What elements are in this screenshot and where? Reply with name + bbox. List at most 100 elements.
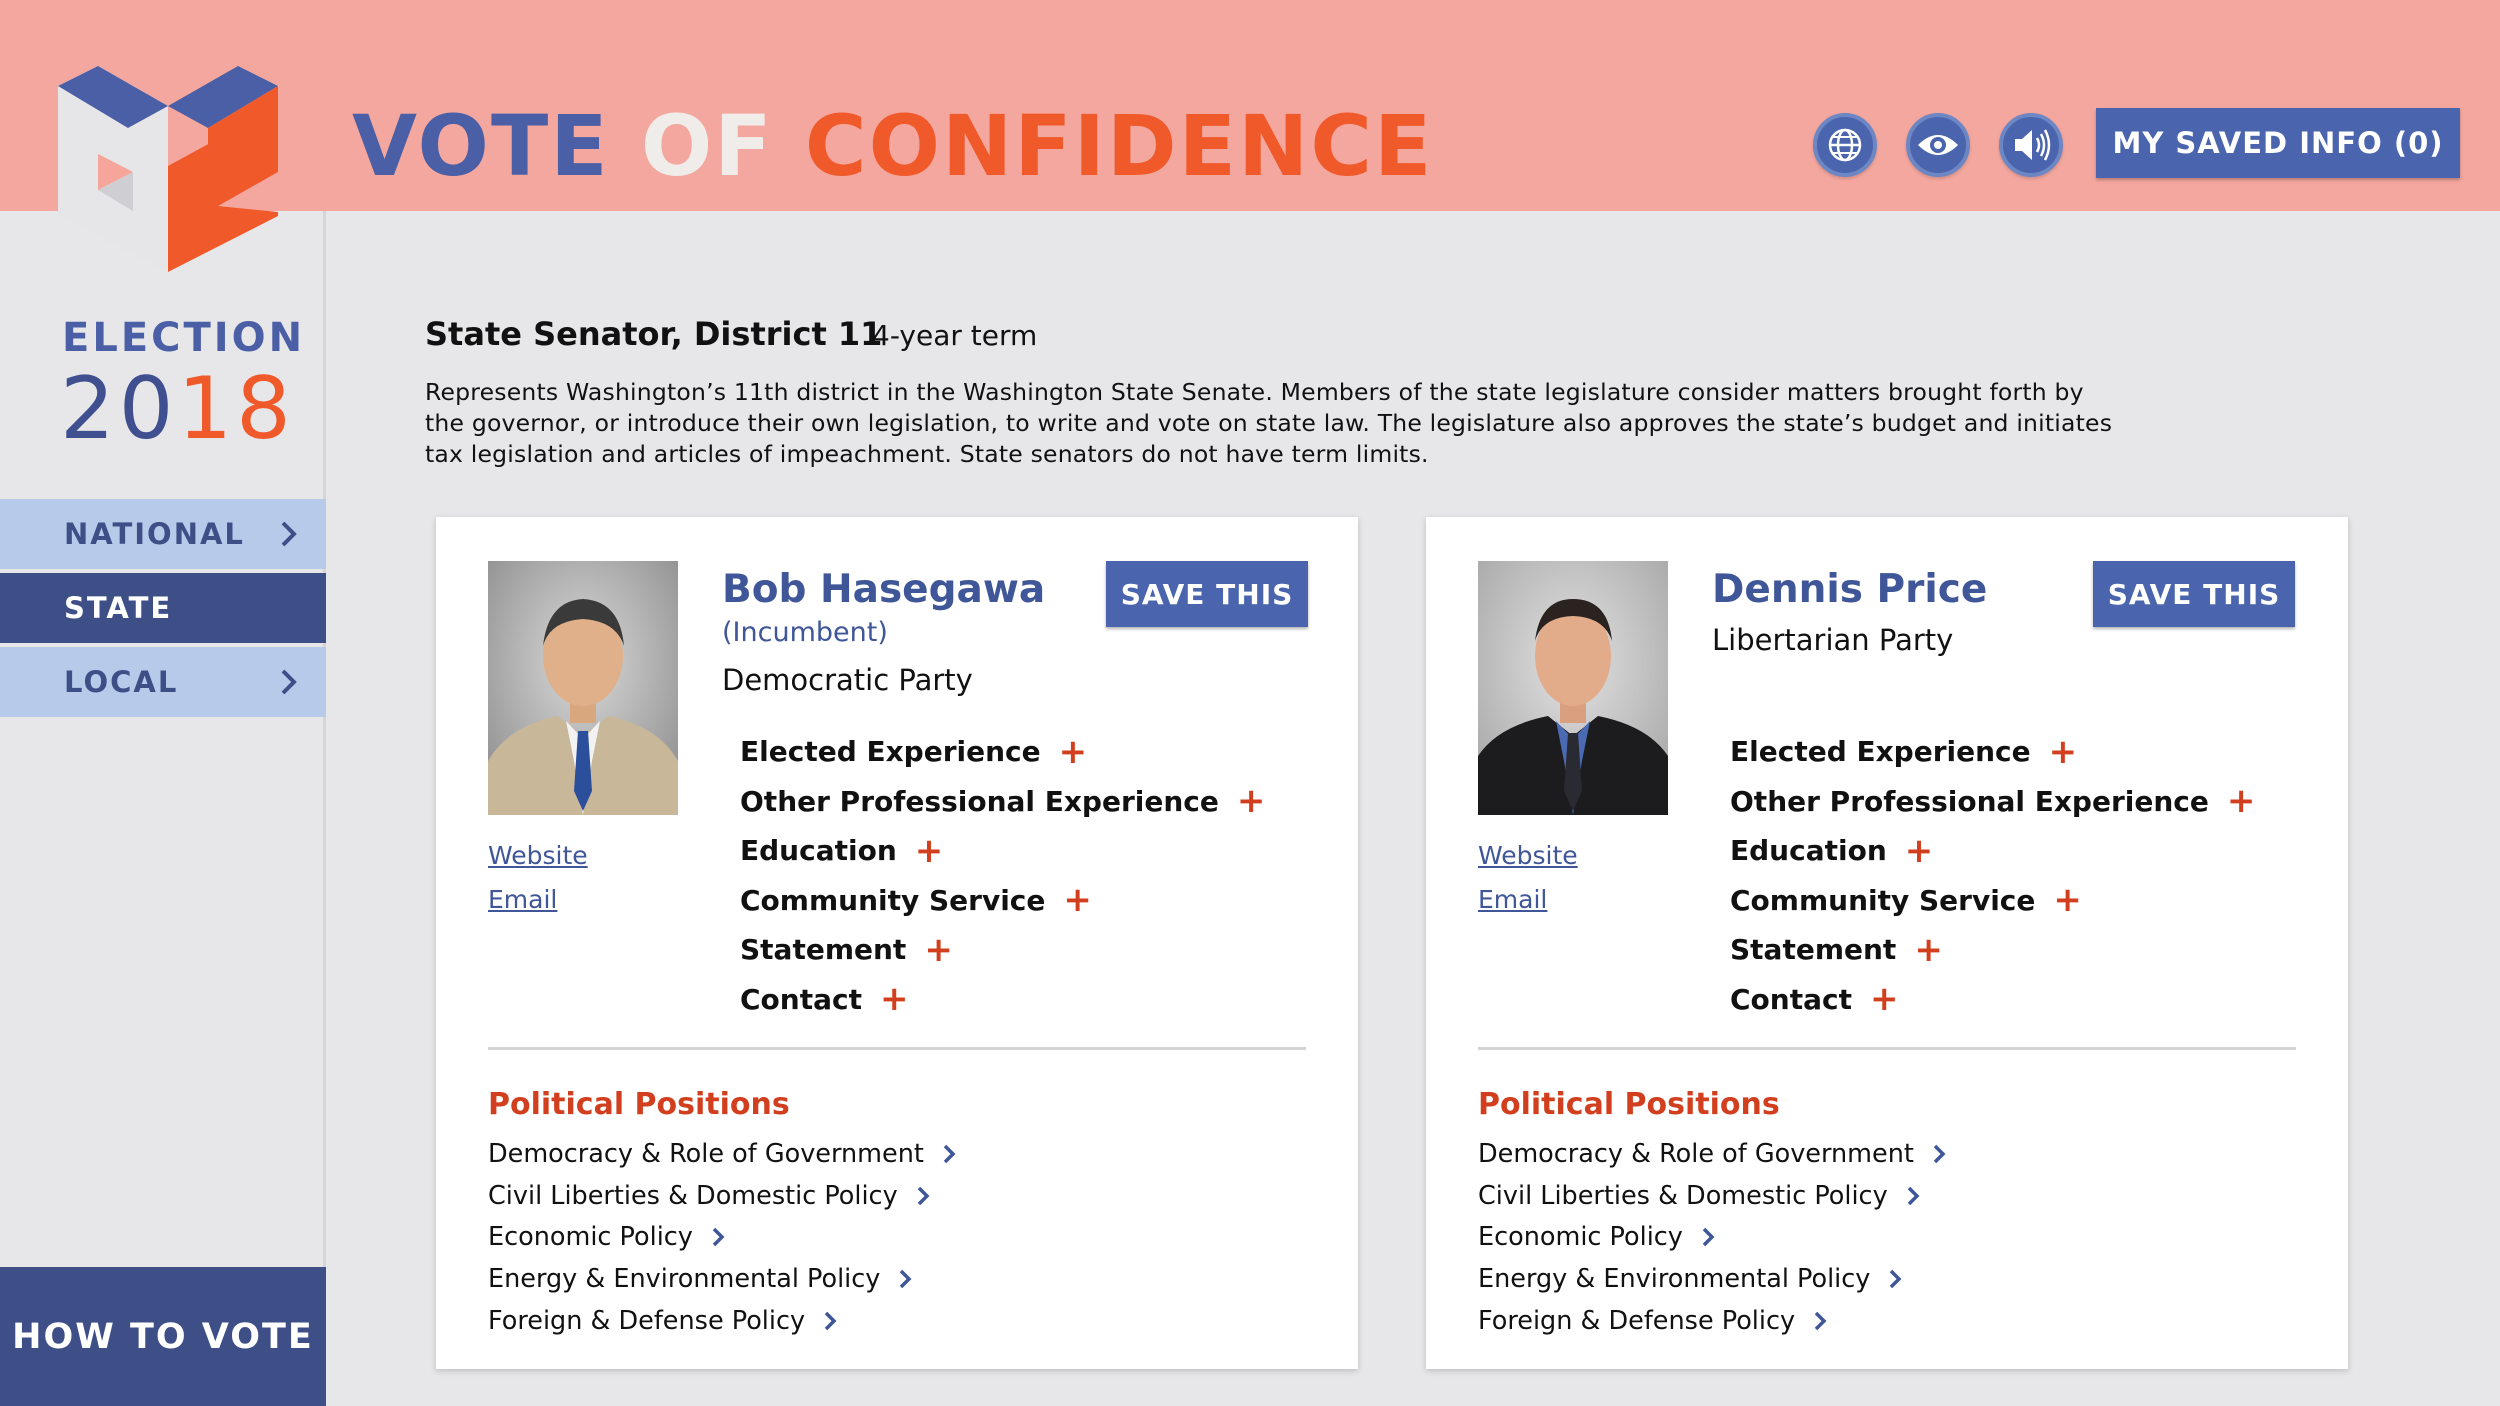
political-positions-list: Democracy & Role of Government Civil Lib…: [1478, 1133, 1946, 1341]
chevron-right-icon: [281, 521, 297, 547]
chevron-right-icon: [1932, 1143, 1946, 1165]
position-link-energy[interactable]: Energy & Environmental Policy: [1478, 1258, 1946, 1300]
position-label: Democracy & Role of Government: [1478, 1138, 1914, 1169]
plus-icon: +: [879, 979, 909, 1020]
election-year-part-1: 20: [60, 359, 178, 459]
globe-icon: [1828, 128, 1862, 162]
position-link-democracy[interactable]: Democracy & Role of Government: [1478, 1133, 1946, 1175]
app-title-word-1: VOTE: [352, 97, 610, 195]
candidate-details-list: Elected Experience + Other Professional E…: [740, 727, 1265, 1024]
political-positions-list: Democracy & Role of Government Civil Lib…: [488, 1133, 956, 1341]
candidate-incumbent-label: (Incumbent): [722, 617, 888, 648]
detail-label: Education: [1730, 834, 1887, 868]
expand-other-professional-experience[interactable]: Other Professional Experience +: [1730, 777, 2255, 827]
vote-logo-icon: [58, 66, 278, 272]
candidate-email-link[interactable]: Email: [488, 885, 557, 914]
position-link-economic[interactable]: Economic Policy: [488, 1216, 956, 1258]
plus-icon: +: [2048, 731, 2078, 772]
election-label: ELECTION: [62, 315, 306, 361]
detail-label: Statement: [740, 933, 907, 967]
position-label: Energy & Environmental Policy: [488, 1263, 881, 1294]
candidate-card: Dennis Price Libertarian Party SAVE THIS…: [1426, 517, 2348, 1369]
candidate-email-link[interactable]: Email: [1478, 885, 1547, 914]
plus-icon: +: [2053, 880, 2082, 921]
expand-contact[interactable]: Contact +: [740, 975, 1265, 1025]
expand-education[interactable]: Education +: [740, 826, 1265, 876]
candidate-name: Bob Hasegawa: [722, 567, 1046, 612]
app-title-word-2: OF: [640, 97, 774, 195]
detail-label: Education: [740, 834, 897, 868]
position-label: Energy & Environmental Policy: [1478, 1263, 1871, 1294]
eye-icon: [1918, 135, 1958, 155]
expand-community-service[interactable]: Community Service +: [1730, 876, 2255, 926]
sidebar: ELECTION 2018 NATIONAL STATE LOCAL HOW T…: [0, 211, 326, 1406]
position-link-democracy[interactable]: Democracy & Role of Government: [488, 1133, 956, 1175]
candidate-party: Libertarian Party: [1712, 623, 1954, 657]
expand-education[interactable]: Education +: [1730, 826, 2255, 876]
chevron-right-icon: [1906, 1185, 1920, 1207]
detail-label: Community Service: [740, 883, 1046, 917]
political-positions-heading: Political Positions: [1478, 1087, 1780, 1122]
card-divider: [488, 1047, 1306, 1050]
audio-button[interactable]: [1999, 113, 2063, 177]
nav-state-label: STATE: [64, 591, 173, 625]
candidate-details-list: Elected Experience + Other Professional E…: [1730, 727, 2255, 1024]
detail-label: Elected Experience: [1730, 735, 2031, 769]
detail-label: Elected Experience: [740, 735, 1041, 769]
detail-label: Contact: [1730, 982, 1852, 1016]
position-link-foreign[interactable]: Foreign & Defense Policy: [1478, 1300, 1946, 1342]
chevron-right-icon: [711, 1226, 725, 1248]
position-label: Economic Policy: [488, 1222, 693, 1253]
expand-statement[interactable]: Statement +: [740, 925, 1265, 975]
position-link-civil-liberties[interactable]: Civil Liberties & Domestic Policy: [1478, 1175, 1946, 1217]
plus-icon: +: [1904, 830, 1934, 871]
candidate-website-link[interactable]: Website: [1478, 841, 1578, 870]
save-candidate-button[interactable]: SAVE THIS: [1106, 561, 1308, 627]
expand-contact[interactable]: Contact +: [1730, 975, 2255, 1025]
language-button[interactable]: [1813, 113, 1877, 177]
chevron-right-icon: [281, 669, 297, 695]
candidate-party: Democratic Party: [722, 663, 973, 697]
position-link-economic[interactable]: Economic Policy: [1478, 1216, 1946, 1258]
expand-elected-experience[interactable]: Elected Experience +: [740, 727, 1265, 777]
position-link-energy[interactable]: Energy & Environmental Policy: [488, 1258, 956, 1300]
candidate-card: Bob Hasegawa (Incumbent) Democratic Part…: [436, 517, 1358, 1369]
chevron-right-icon: [1813, 1310, 1827, 1332]
chevron-right-icon: [942, 1143, 956, 1165]
plus-icon: +: [1869, 979, 1899, 1020]
plus-icon: +: [1914, 929, 1943, 970]
plus-icon: +: [1063, 880, 1092, 921]
chevron-right-icon: [823, 1310, 837, 1332]
chevron-right-icon: [1888, 1268, 1902, 1290]
nav-national-label: NATIONAL: [64, 517, 245, 551]
nav-local-label: LOCAL: [64, 665, 179, 699]
election-year-part-2: 18: [177, 359, 295, 459]
position-link-foreign[interactable]: Foreign & Defense Policy: [488, 1300, 956, 1342]
nav-local[interactable]: LOCAL: [0, 647, 326, 717]
save-candidate-button[interactable]: SAVE THIS: [2093, 561, 2295, 627]
expand-statement[interactable]: Statement +: [1730, 925, 2255, 975]
candidate-website-link[interactable]: Website: [488, 841, 588, 870]
my-saved-info-button[interactable]: MY SAVED INFO (0): [2096, 108, 2460, 178]
plus-icon: +: [2226, 781, 2256, 822]
expand-community-service[interactable]: Community Service +: [740, 876, 1265, 926]
position-label: Foreign & Defense Policy: [1478, 1305, 1796, 1336]
plus-icon: +: [924, 929, 953, 970]
candidate-photo: [1478, 561, 1668, 815]
expand-elected-experience[interactable]: Elected Experience +: [1730, 727, 2255, 777]
plus-icon: +: [1058, 731, 1088, 772]
office-title: State Senator, District 11: [425, 315, 883, 353]
how-to-vote-button[interactable]: HOW TO VOTE: [0, 1267, 326, 1406]
candidate-photo: [488, 561, 678, 815]
nav-state[interactable]: STATE: [0, 573, 326, 643]
expand-other-professional-experience[interactable]: Other Professional Experience +: [740, 777, 1265, 827]
detail-label: Community Service: [1730, 883, 2036, 917]
visibility-button[interactable]: [1906, 113, 1970, 177]
plus-icon: +: [1236, 781, 1266, 822]
election-year: 2018: [60, 359, 295, 459]
detail-label: Other Professional Experience: [1730, 784, 2209, 818]
position-link-civil-liberties[interactable]: Civil Liberties & Domestic Policy: [488, 1175, 956, 1217]
position-label: Civil Liberties & Domestic Policy: [1478, 1180, 1888, 1211]
plus-icon: +: [914, 830, 944, 871]
nav-national[interactable]: NATIONAL: [0, 499, 326, 569]
